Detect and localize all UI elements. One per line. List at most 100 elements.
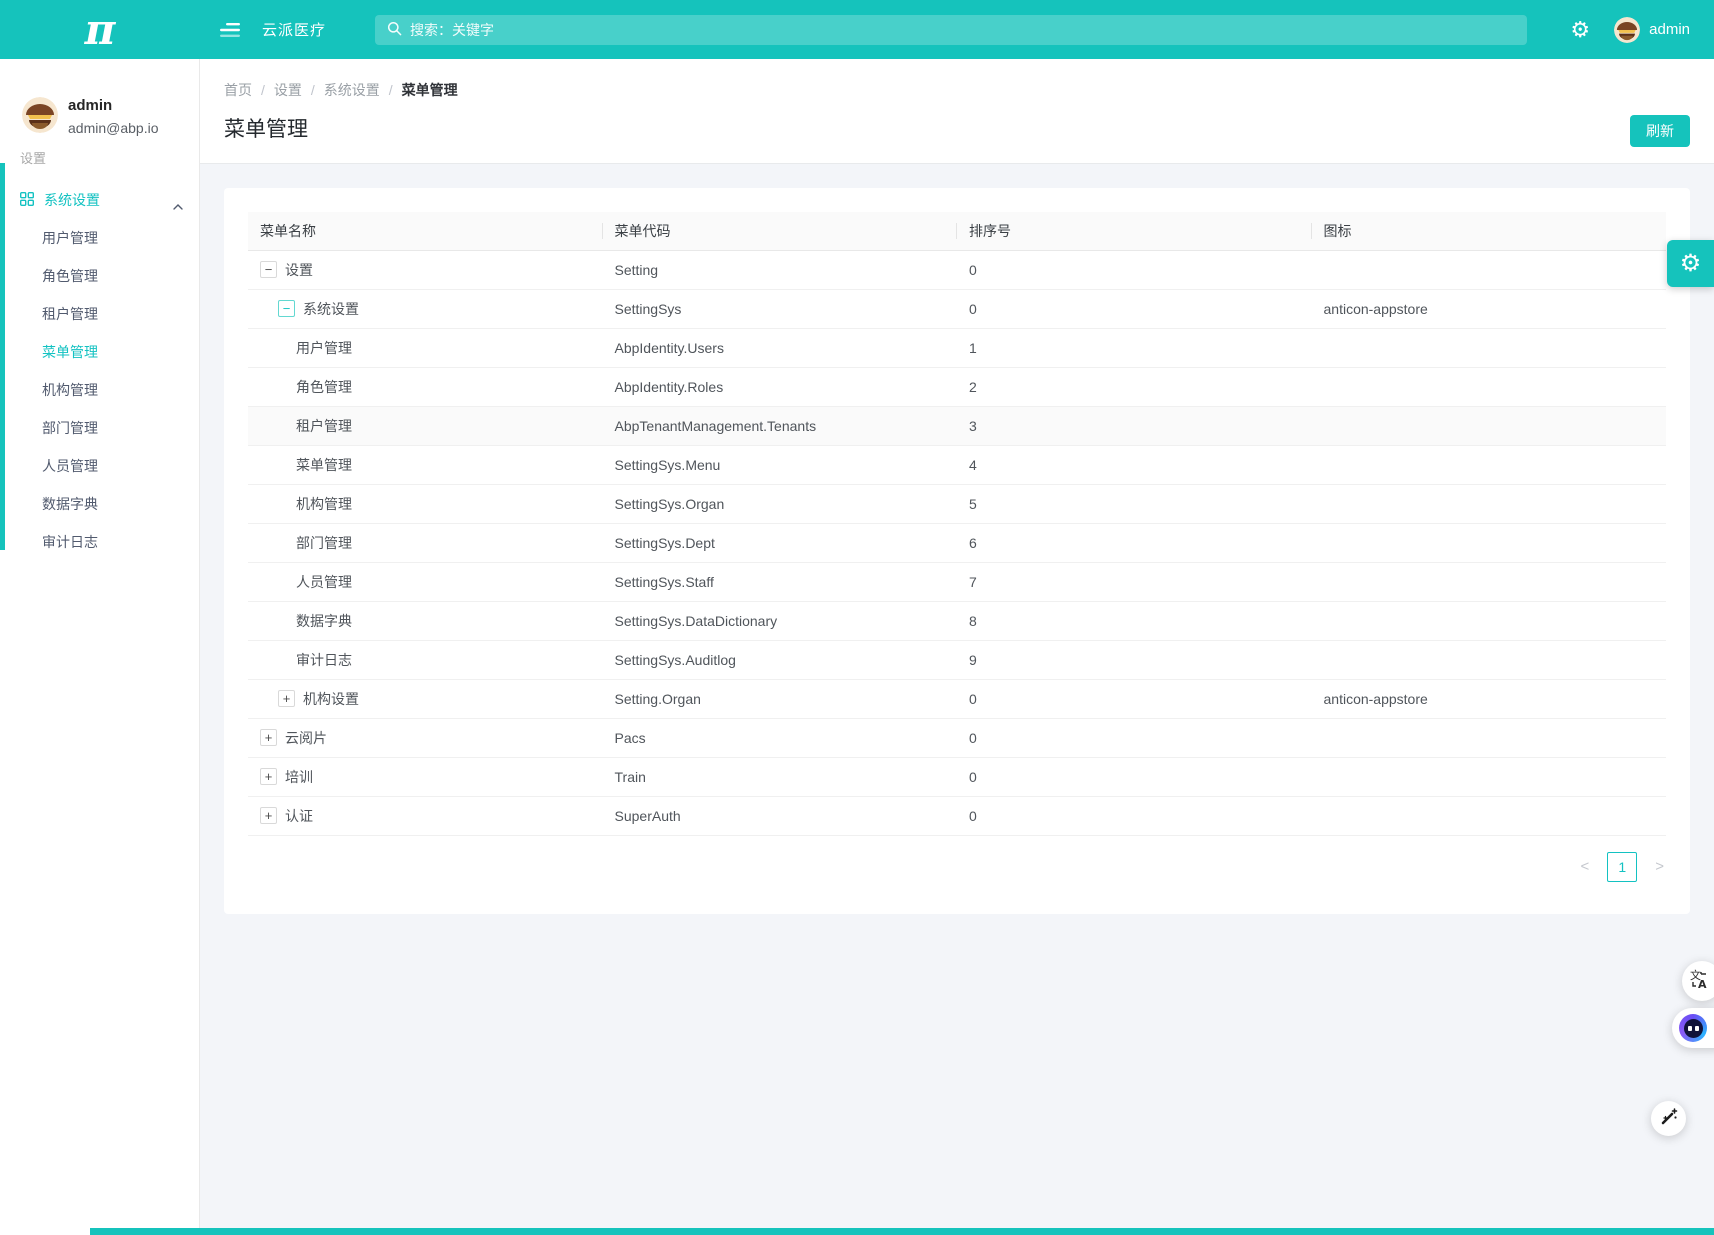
- table-row: 审计日志SettingSys.Auditlog9: [248, 640, 1666, 679]
- table-row: +云阅片Pacs0: [248, 718, 1666, 757]
- expand-toggle-icon[interactable]: +: [278, 690, 295, 707]
- theme-settings-drawer-button[interactable]: ⚙: [1667, 240, 1714, 287]
- breadcrumb-separator: /: [311, 82, 315, 98]
- chevron-up-icon: [173, 197, 183, 213]
- menu-name-cell: + 认证: [248, 796, 603, 835]
- search-placeholder: 搜索：关键字: [410, 20, 494, 40]
- icon-name-cell: [1312, 601, 1667, 640]
- menu-name-cell: −设置: [248, 250, 603, 289]
- sidebar-item-menu[interactable]: 菜单管理: [0, 333, 199, 371]
- translate-helper-button[interactable]: 文 A: [1682, 961, 1714, 1001]
- sidebar-item-staff[interactable]: 人员管理: [0, 447, 199, 485]
- sidebar-user-card[interactable]: admin admin@abp.io: [22, 97, 199, 138]
- sort-number-cell: 4: [957, 445, 1312, 484]
- menu-code-cell: Train: [603, 757, 958, 796]
- magic-wand-button[interactable]: [1651, 1101, 1686, 1136]
- svg-text:A: A: [1698, 978, 1707, 990]
- icon-name-cell: [1312, 367, 1667, 406]
- menu-name-cell: 租户管理: [248, 406, 603, 445]
- breadcrumb-separator: /: [389, 82, 393, 98]
- icon-name-cell: anticon-appstore: [1312, 289, 1667, 328]
- expand-toggle-icon[interactable]: +: [260, 807, 277, 824]
- menu-name-text: 认证: [285, 806, 313, 826]
- menu-name-text: 租户管理: [296, 416, 352, 436]
- sidebar-group-system-settings[interactable]: 系统设置: [0, 181, 199, 219]
- main-content: 首页/设置/系统设置/菜单管理 菜单管理 刷新 菜单名称菜单代码排序号图标 −设…: [200, 59, 1714, 1235]
- sidebar-user-avatar: [22, 97, 58, 133]
- page-title: 菜单管理: [224, 113, 1714, 143]
- breadcrumb-item-1[interactable]: 首页: [224, 80, 252, 100]
- menu-name-cell: 用户管理: [248, 328, 603, 367]
- sidebar-active-accent-bar: [0, 163, 5, 550]
- breadcrumb-item-4: 菜单管理: [402, 80, 458, 100]
- sort-number-cell: 7: [957, 562, 1312, 601]
- menu-name-text: 数据字典: [296, 611, 352, 631]
- icon-name-cell: [1312, 523, 1667, 562]
- sidebar-toggle-icon[interactable]: [220, 21, 242, 39]
- column-header-4: 图标: [1312, 212, 1667, 250]
- menu-name-cell: −系统设置: [248, 289, 603, 328]
- pagination-next-icon[interactable]: >: [1653, 858, 1666, 875]
- sidebar-item-dictionary[interactable]: 数据字典: [0, 485, 199, 523]
- sort-number-cell: 0: [957, 289, 1312, 328]
- menu-code-cell: AbpIdentity.Users: [603, 328, 958, 367]
- global-search-input[interactable]: 搜索：关键字: [375, 15, 1527, 45]
- sort-number-cell: 0: [957, 796, 1312, 835]
- breadcrumb-separator: /: [261, 82, 265, 98]
- app-logo-pi[interactable]: π: [85, 9, 116, 51]
- menu-code-cell: AbpTenantManagement.Tenants: [603, 406, 958, 445]
- breadcrumb-item-3[interactable]: 系统设置: [324, 80, 380, 100]
- sort-number-cell: 9: [957, 640, 1312, 679]
- table-row: −设置Setting0: [248, 250, 1666, 289]
- table-row: 数据字典SettingSys.DataDictionary8: [248, 601, 1666, 640]
- sidebar-item-tenants[interactable]: 租户管理: [0, 295, 199, 333]
- table-row: 部门管理SettingSys.Dept6: [248, 523, 1666, 562]
- menu-name-cell: 部门管理: [248, 523, 603, 562]
- menu-name-text: 云阅片: [285, 728, 327, 748]
- ai-assistant-button[interactable]: [1672, 1008, 1714, 1048]
- table-row: 人员管理SettingSys.Staff7: [248, 562, 1666, 601]
- sidebar-item-roles[interactable]: 角色管理: [0, 257, 199, 295]
- breadcrumb-item-2[interactable]: 设置: [274, 80, 302, 100]
- table-row: 角色管理AbpIdentity.Roles2: [248, 367, 1666, 406]
- menu-name-text: 设置: [285, 260, 313, 280]
- icon-name-cell: [1312, 640, 1667, 679]
- table-row: + 认证 SuperAuth0: [248, 796, 1666, 835]
- menu-name-text: 部门管理: [296, 533, 352, 553]
- collapse-toggle-icon[interactable]: −: [260, 261, 277, 278]
- sidebar-user-name: admin: [68, 97, 159, 115]
- sort-number-cell: 5: [957, 484, 1312, 523]
- menu-name-text: 系统设置: [303, 299, 359, 319]
- expand-toggle-icon[interactable]: +: [260, 768, 277, 785]
- sidebar-item-users[interactable]: 用户管理: [0, 219, 199, 257]
- sidebar-section-label: 设置: [20, 148, 199, 167]
- menu-name-cell: +机构设置: [248, 679, 603, 718]
- content-header: 首页 / 设置 / 系统设置 / 菜单管理 菜单管理 刷新: [200, 59, 1714, 164]
- breadcrumb: 首页 / 设置 / 系统设置 / 菜单管理: [224, 59, 1714, 100]
- sort-number-cell: 1: [957, 328, 1312, 367]
- topbar-user-menu[interactable]: admin: [1614, 17, 1690, 43]
- sidebar-item-organ[interactable]: 机构管理: [0, 371, 199, 409]
- pagination-page-1[interactable]: 1: [1607, 852, 1637, 882]
- refresh-button[interactable]: 刷新: [1630, 115, 1690, 147]
- icon-name-cell: [1312, 328, 1667, 367]
- sort-number-cell: 6: [957, 523, 1312, 562]
- menu-name-text: 培训: [285, 767, 313, 787]
- expand-toggle-icon[interactable]: +: [260, 729, 277, 746]
- collapse-toggle-icon[interactable]: −: [278, 300, 295, 317]
- icon-name-cell: anticon-appstore: [1312, 679, 1667, 718]
- menu-name-text: 机构管理: [296, 494, 352, 514]
- sidebar-item-dept[interactable]: 部门管理: [0, 409, 199, 447]
- icon-name-cell: [1312, 757, 1667, 796]
- pagination-prev-icon[interactable]: <: [1578, 858, 1591, 875]
- sidebar-item-auditlog[interactable]: 审计日志: [0, 523, 199, 561]
- app-title: 云派医疗: [262, 19, 326, 40]
- sort-number-cell: 0: [957, 679, 1312, 718]
- topbar-settings-gear-icon[interactable]: ⚙: [1570, 19, 1590, 41]
- column-header-3: 排序号: [957, 212, 1312, 250]
- menu-name-cell: 审计日志: [248, 640, 603, 679]
- sort-number-cell: 3: [957, 406, 1312, 445]
- menu-code-cell: SettingSys: [603, 289, 958, 328]
- menu-code-cell: SuperAuth: [603, 796, 958, 835]
- translate-icon: 文 A: [1689, 968, 1711, 995]
